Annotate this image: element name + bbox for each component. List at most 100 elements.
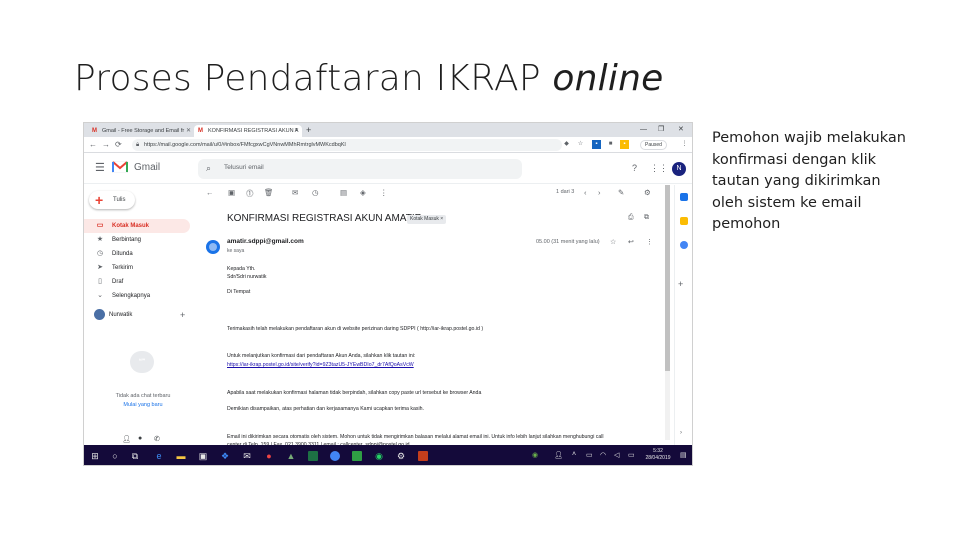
people-icon[interactable]: 👤︎ (554, 451, 563, 459)
more-options-icon[interactable]: ⋮ (380, 188, 388, 197)
close-tab-icon[interactable]: ✕ (294, 125, 299, 137)
print-icon[interactable]: ⎙ (628, 214, 634, 222)
mark-unread-icon[interactable]: ✉ (292, 188, 298, 197)
side-description: Pemohon wajib melakukan konfirmasi denga… (712, 130, 906, 233)
extension-icon[interactable]: ▪ (592, 140, 601, 149)
sidebar-item-sent[interactable]: ➤ Terkirim (84, 261, 190, 275)
recipient-text[interactable]: ke saya (227, 248, 244, 254)
url-field[interactable]: 🔒︎ https://mail.google.com/mail/u/0/#inb… (132, 139, 562, 151)
hangouts-icon[interactable]: ● (138, 435, 142, 442)
task-view-icon[interactable]: ⧉ (130, 451, 140, 461)
search-icon[interactable]: ○ (110, 451, 120, 461)
plus-icon: + (95, 192, 104, 208)
inbox-icon: ▭ (96, 222, 104, 229)
address-bar-row: ← → ⟳ 🔒︎ https://mail.google.com/mail/u/… (84, 137, 692, 153)
calendar-icon[interactable] (680, 193, 688, 201)
settings-gear-icon[interactable]: ⚙ (644, 188, 651, 197)
sidebar-item-snoozed[interactable]: ◷ Ditunda (84, 247, 190, 261)
verify-link[interactable]: https://iar-ikrap.postel.go.id/site/veri… (227, 362, 414, 368)
sidebar-item-drafts[interactable]: ▯ Draf (84, 275, 190, 289)
battery-icon[interactable]: ▭ (586, 451, 593, 459)
sender-email[interactable]: amatir.sdppi@gmail.com (227, 238, 304, 245)
open-new-window-icon[interactable]: ⧉ (644, 214, 649, 222)
main-menu-icon[interactable]: ☰ (95, 161, 105, 174)
chevron-right-icon[interactable]: › (680, 430, 682, 436)
apps-grid-icon[interactable]: ⋮⋮ (650, 163, 668, 174)
hangouts-user[interactable]: Nurwatik + (94, 308, 194, 322)
whatsapp-icon[interactable]: ◉ (374, 451, 384, 461)
back-to-inbox-icon[interactable]: ← (206, 188, 214, 197)
move-to-icon[interactable]: ▤ (340, 188, 347, 197)
store-icon[interactable]: ▣ (198, 451, 208, 461)
edge-icon[interactable]: e (154, 451, 164, 461)
mail-icon[interactable]: ✉ (242, 451, 252, 461)
extension-icon[interactable]: ■ (606, 140, 615, 149)
app-icon[interactable]: ● (264, 451, 274, 461)
notifications-icon[interactable]: ▤ (680, 451, 687, 459)
star-icon[interactable]: ☆ (610, 238, 616, 246)
app-icon[interactable] (352, 451, 362, 461)
taskbar-clock[interactable]: 5:32 28/04/2019 (642, 448, 674, 462)
report-spam-icon[interactable]: ⓵ (246, 188, 254, 199)
person-icon[interactable]: 👤︎ (122, 435, 131, 443)
reply-icon[interactable]: ↩ (628, 238, 634, 246)
keep-icon[interactable] (680, 217, 688, 225)
tab-gmail[interactable]: M Gmail - Free Storage and Email fr ✕ (88, 125, 194, 137)
search-input[interactable]: ⌕ Telusuri email (198, 159, 522, 179)
reload-icon[interactable]: ⟳ (115, 138, 122, 152)
label-icon[interactable]: ◈ (360, 188, 366, 197)
folder-icon[interactable]: ▬ (176, 451, 186, 461)
chrome-icon[interactable] (330, 451, 340, 461)
keyboard-icon[interactable]: ▭ (628, 451, 635, 459)
sidebar-item-inbox[interactable]: ▭ Kotak Masuk (84, 219, 190, 233)
help-icon[interactable]: ? (632, 163, 637, 173)
close-tab-icon[interactable]: ✕ (186, 125, 191, 137)
older-icon[interactable]: ‹ (584, 188, 587, 197)
app-icon[interactable]: ▲ (286, 451, 296, 461)
wifi-icon[interactable]: ◠ (600, 451, 606, 459)
restore-icon[interactable]: ❐ (658, 123, 664, 137)
new-tab-icon[interactable]: + (306, 124, 311, 136)
add-addon-icon[interactable]: + (678, 279, 683, 289)
bookmark-star-icon[interactable]: ☆ (576, 140, 585, 149)
tray-app-icon[interactable]: ◉ (532, 451, 538, 459)
menu-dots-icon[interactable]: ⋮ (680, 140, 689, 149)
sidebar-item-more[interactable]: ⌄ Selengkapnya (84, 289, 190, 303)
body-line: Untuk melanjutkan konfirmasi dari pendaf… (227, 353, 416, 359)
sidebar-item-starred[interactable]: ★ Berbintang (84, 233, 190, 247)
delete-icon[interactable]: 🗑︎ (264, 188, 274, 197)
sidebar-item-label: Draf (112, 279, 124, 285)
inbox-label-chip[interactable]: Kotak Masuk × (407, 215, 447, 224)
message-time: 05.00 (31 menit yang lalu) (536, 239, 600, 245)
minimize-icon[interactable]: — (640, 123, 647, 137)
newer-icon[interactable]: › (598, 188, 601, 197)
input-tools-icon[interactable]: ✎ (618, 188, 624, 197)
avatar[interactable]: N (672, 162, 686, 176)
phone-icon[interactable]: ✆ (154, 435, 160, 443)
more-options-icon[interactable]: ⋮ (646, 238, 653, 246)
back-icon[interactable]: ← (89, 138, 97, 152)
gmail-favicon-icon: M (198, 128, 203, 134)
volume-icon[interactable]: ◁ (614, 451, 619, 459)
extension-icon[interactable]: ▪ (620, 140, 629, 149)
tab-konfirmasi[interactable]: M KONFIRMASI REGISTRASI AKUN A ✕ (194, 125, 302, 137)
scrollbar-thumb[interactable] (665, 185, 670, 371)
add-chat-icon[interactable]: + (180, 308, 185, 322)
powerpoint-icon[interactable] (418, 451, 428, 461)
dropbox-icon[interactable]: ❖ (220, 451, 230, 461)
archive-icon[interactable]: ▣ (228, 188, 235, 197)
close-window-icon[interactable]: ✕ (678, 123, 684, 137)
excel-icon[interactable] (308, 451, 318, 461)
start-new-chat-link[interactable]: Mulai yang baru (84, 402, 202, 408)
tasks-icon[interactable] (680, 241, 688, 249)
windows-start-icon[interactable]: ⊞ (90, 451, 100, 461)
paused-profile-button[interactable]: Paused (640, 140, 667, 150)
chevron-up-icon[interactable]: ˄ (572, 451, 576, 458)
gmail-logo-icon (112, 161, 128, 173)
key-icon[interactable]: ◆ (562, 140, 571, 149)
search-icon[interactable]: ⌕ (206, 163, 211, 174)
compose-button[interactable]: + Tulis (89, 191, 135, 209)
settings-gear-icon[interactable]: ⚙ (396, 451, 406, 461)
snooze-icon[interactable]: ◷ (312, 188, 319, 197)
forward-icon[interactable]: → (102, 138, 110, 152)
